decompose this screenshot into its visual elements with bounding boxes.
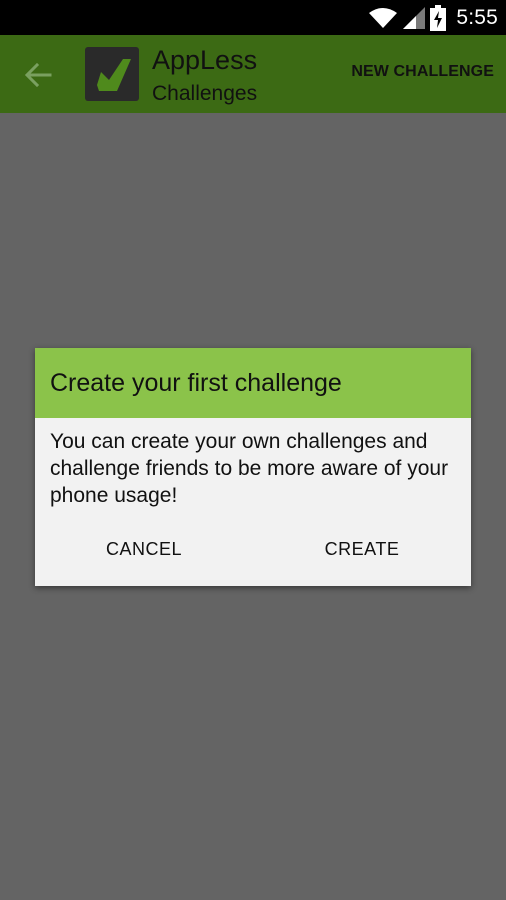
- status-time: 5:55: [456, 5, 498, 29]
- dialog-title: Create your first challenge: [50, 368, 342, 397]
- create-challenge-dialog: Create your first challenge You can crea…: [35, 348, 471, 586]
- dialog-message: You can create your own challenges and c…: [50, 430, 449, 507]
- app-title: AppLess: [152, 45, 258, 75]
- wifi-icon: [369, 7, 398, 28]
- back-button[interactable]: [18, 55, 58, 95]
- cancel-button[interactable]: CANCEL: [35, 516, 253, 582]
- signal-icon: [403, 6, 426, 29]
- status-bar: 5:55: [0, 0, 506, 35]
- new-challenge-button[interactable]: NEW CHALLENGE: [351, 63, 494, 81]
- appless-logo: [97, 59, 131, 91]
- dialog-header: Create your first challenge: [35, 348, 471, 418]
- app-subtitle: Challenges: [152, 82, 258, 105]
- dialog-buttons: CANCEL CREATE: [35, 516, 471, 586]
- battery-charging-icon: [430, 4, 447, 31]
- arrow-back-icon: [24, 62, 52, 88]
- app-logo: [85, 47, 139, 101]
- create-button[interactable]: CREATE: [253, 516, 471, 582]
- action-bar: AppLess Challenges NEW CHALLENGE: [0, 35, 506, 113]
